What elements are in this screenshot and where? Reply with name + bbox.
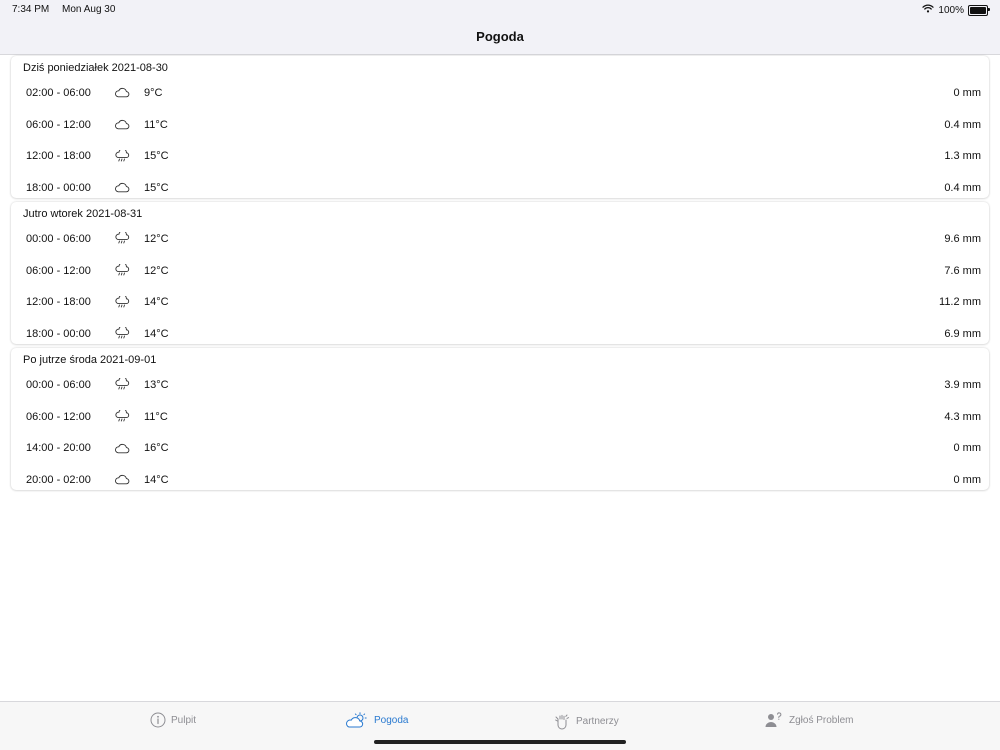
period-precipitation: 1.3 mm <box>944 150 981 163</box>
tab-label: Partnerzy <box>576 715 619 727</box>
forecast-row: 14:00 - 20:00 16°C 0 mm <box>23 432 981 464</box>
status-left: 7:34 PM Mon Aug 30 <box>12 4 125 15</box>
cloud-icon <box>114 474 132 486</box>
forecast-row: 00:00 - 06:00 12°C 9.6 mm <box>23 223 981 255</box>
period-temperature: 13°C <box>144 378 169 391</box>
period-time: 06:00 - 12:00 <box>26 410 91 423</box>
cloud-rain-icon <box>114 378 132 391</box>
handshake-icon <box>553 712 571 730</box>
cloud-icon <box>114 182 132 194</box>
status-date: Mon Aug 30 <box>62 4 116 15</box>
cloud-rain-icon <box>114 149 132 162</box>
tab-bar: Pulpit Pogoda Partnerzy Zgłoś Problem <box>0 701 1000 750</box>
period-time: 00:00 - 06:00 <box>26 378 91 391</box>
tab-pogoda[interactable]: Pogoda <box>345 712 408 728</box>
forecast-row: 12:00 - 18:00 15°C 1.3 mm <box>23 140 981 172</box>
forecast-list[interactable]: Dziś poniedziałek 2021-08-30 02:00 - 06:… <box>0 55 1000 702</box>
period-precipitation: 0.4 mm <box>944 181 981 194</box>
period-time: 14:00 - 20:00 <box>26 442 91 455</box>
period-precipitation: 11.2 mm <box>939 296 981 309</box>
wifi-icon <box>922 4 935 16</box>
period-list: 00:00 - 06:00 13°C 3.9 mm 06:00 - 12:00 … <box>23 369 981 496</box>
day-card-3: Po jutrze środa 2021-09-01 00:00 - 06:00… <box>11 348 989 490</box>
period-temperature: 14°C <box>144 327 169 340</box>
period-time: 20:00 - 02:00 <box>26 473 91 486</box>
period-list: 02:00 - 06:00 9°C 0 mm 06:00 - 12:00 11°… <box>23 77 981 204</box>
tab-label: Pogoda <box>374 714 409 726</box>
period-precipitation: 0.4 mm <box>944 118 981 131</box>
forecast-row: 18:00 - 00:00 14°C 6.9 mm <box>23 318 981 350</box>
home-indicator[interactable] <box>374 740 626 744</box>
period-time: 18:00 - 00:00 <box>26 181 91 194</box>
period-precipitation: 4.3 mm <box>944 410 981 423</box>
period-time: 02:00 - 06:00 <box>26 86 91 99</box>
battery-fill <box>970 6 986 14</box>
info-circle-icon <box>150 712 166 728</box>
period-precipitation: 9.6 mm <box>944 232 981 245</box>
forecast-row: 20:00 - 02:00 14°C 0 mm <box>23 464 981 496</box>
forecast-row: 02:00 - 06:00 9°C 0 mm <box>23 77 981 109</box>
period-temperature: 14°C <box>144 473 169 486</box>
cloud-icon <box>114 442 132 454</box>
cloud-rain-icon <box>114 232 132 245</box>
days-container: Dziś poniedziałek 2021-08-30 02:00 - 06:… <box>0 56 1000 490</box>
period-temperature: 14°C <box>144 296 169 309</box>
period-temperature: 11°C <box>144 410 168 423</box>
tab-label: Zgłoś Problem <box>789 714 854 726</box>
period-precipitation: 3.9 mm <box>944 378 981 391</box>
period-temperature: 15°C <box>144 181 169 194</box>
period-time: 06:00 - 12:00 <box>26 264 91 277</box>
period-precipitation: 7.6 mm <box>944 264 981 277</box>
forecast-row: 06:00 - 12:00 11°C 4.3 mm <box>23 401 981 433</box>
forecast-row: 12:00 - 18:00 14°C 11.2 mm <box>23 286 981 318</box>
period-temperature: 15°C <box>144 150 169 163</box>
cloud-icon <box>114 87 132 99</box>
partly-sunny-icon <box>345 712 369 728</box>
cloud-rain-icon <box>114 410 132 423</box>
battery-icon <box>968 4 990 16</box>
person-question-icon <box>764 712 784 728</box>
cloud-rain-icon <box>114 295 132 308</box>
period-time: 18:00 - 00:00 <box>26 327 91 340</box>
period-precipitation: 6.9 mm <box>944 327 981 340</box>
period-temperature: 12°C <box>144 264 169 277</box>
forecast-row: 06:00 - 12:00 12°C 7.6 mm <box>23 255 981 287</box>
forecast-row: 00:00 - 06:00 13°C 3.9 mm <box>23 369 981 401</box>
day-title: Dziś poniedziałek 2021-08-30 <box>23 62 168 74</box>
day-title: Jutro wtorek 2021-08-31 <box>23 208 143 220</box>
status-right: 100% <box>922 4 990 16</box>
cloud-rain-icon <box>114 264 132 277</box>
period-precipitation: 0 mm <box>953 473 982 486</box>
status-time: 7:34 PM <box>12 4 50 15</box>
nav-bar: Pogoda <box>0 18 1000 55</box>
period-time: 12:00 - 18:00 <box>26 296 91 309</box>
period-precipitation: 0 mm <box>953 442 982 455</box>
period-time: 06:00 - 12:00 <box>26 118 91 131</box>
battery-percent: 100% <box>938 4 964 16</box>
tab-partnerzy[interactable]: Partnerzy <box>553 712 619 730</box>
cloud-icon <box>114 119 132 131</box>
period-precipitation: 0 mm <box>953 86 982 99</box>
period-time: 00:00 - 06:00 <box>26 232 91 245</box>
period-time: 12:00 - 18:00 <box>26 150 91 163</box>
period-temperature: 16°C <box>144 442 169 455</box>
period-temperature: 9°C <box>144 86 163 99</box>
tab-pulpit[interactable]: Pulpit <box>150 712 196 728</box>
period-temperature: 12°C <box>144 232 169 245</box>
day-card-1: Dziś poniedziałek 2021-08-30 02:00 - 06:… <box>11 56 989 198</box>
day-card-2: Jutro wtorek 2021-08-31 00:00 - 06:00 12… <box>11 202 989 344</box>
cloud-rain-icon <box>114 327 132 340</box>
forecast-row: 06:00 - 12:00 11°C 0.4 mm <box>23 109 981 141</box>
tab-zgłoś-problem[interactable]: Zgłoś Problem <box>764 712 853 728</box>
status-bar: 7:34 PM Mon Aug 30 100% <box>0 0 1000 18</box>
forecast-row: 18:00 - 00:00 15°C 0.4 mm <box>23 172 981 204</box>
page-title: Pogoda <box>476 28 524 44</box>
period-list: 00:00 - 06:00 12°C 9.6 mm 06:00 - 12:00 … <box>23 223 981 350</box>
tab-label: Pulpit <box>171 714 197 726</box>
period-temperature: 11°C <box>144 118 168 131</box>
day-title: Po jutrze środa 2021-09-01 <box>23 354 157 366</box>
